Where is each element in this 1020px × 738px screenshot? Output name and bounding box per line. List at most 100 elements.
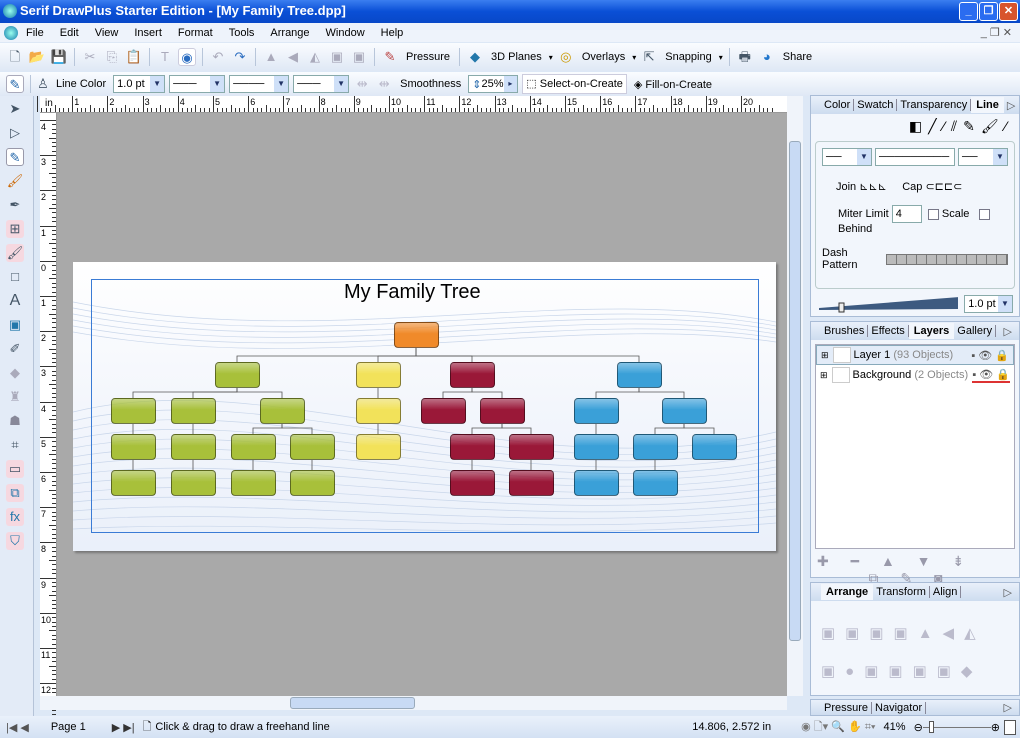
page-indicator[interactable]: Page 1 — [51, 721, 86, 733]
connector-line — [415, 348, 640, 362]
behind-checkbox[interactable] — [978, 208, 990, 220]
panel-menu-icon[interactable]: ▷ — [1001, 325, 1015, 338]
family-member-box[interactable] — [421, 398, 466, 424]
next-page-button[interactable]: ▶ ▶| — [112, 721, 135, 734]
family-member-box[interactable] — [260, 398, 305, 424]
vertical-scrollbar[interactable] — [787, 96, 803, 696]
horizontal-scroll-thumb[interactable] — [290, 697, 415, 709]
tab-line[interactable]: Line — [971, 97, 1004, 113]
zoom-in-icon[interactable]: ⊕ — [991, 721, 1000, 734]
family-member-box[interactable] — [171, 398, 216, 424]
tab-align[interactable]: Align — [930, 586, 962, 598]
family-member-box[interactable] — [450, 362, 495, 388]
family-member-box[interactable] — [574, 470, 619, 496]
cursor-coordinates: 14.806, 2.572 in — [692, 721, 772, 733]
cap-label: Cap — [902, 181, 923, 193]
tab-arrange[interactable]: Arrange — [821, 584, 874, 600]
family-member-box[interactable] — [356, 398, 401, 424]
panel-menu-icon[interactable]: ▷ — [1001, 586, 1015, 599]
family-member-box[interactable] — [394, 322, 439, 348]
connector-line — [281, 424, 313, 434]
family-member-box[interactable] — [692, 434, 737, 460]
join-label: Join — [836, 181, 857, 193]
family-member-box[interactable] — [633, 470, 678, 496]
miter-limit-input[interactable]: 4 — [891, 205, 922, 223]
tab-navigator[interactable]: Navigator — [872, 701, 927, 714]
visibility-icon[interactable]: ▪ 👁 🔒 — [971, 349, 1009, 362]
connector-line — [132, 388, 238, 398]
line-type-icons[interactable]: ◧╱⁄⫽✎🖌⁄ — [811, 114, 1019, 139]
connector-line — [501, 424, 532, 434]
family-member-box[interactable] — [633, 434, 678, 460]
connector-line — [252, 424, 283, 434]
layer-thumbnail — [831, 367, 850, 383]
family-member-box[interactable] — [171, 434, 216, 460]
dash-pattern-label: Dash Pattern — [822, 247, 858, 271]
family-member-box[interactable] — [171, 470, 216, 496]
first-page-button[interactable]: |◀ ◀ — [6, 721, 29, 734]
family-member-box[interactable] — [509, 434, 554, 460]
start-arrow-select[interactable]: ── ▼ — [822, 148, 872, 166]
family-member-box[interactable] — [662, 398, 707, 424]
zoom-out-icon[interactable]: ⊖ — [914, 721, 923, 734]
tab-brushes[interactable]: Brushes — [821, 325, 869, 337]
family-member-box[interactable] — [290, 434, 335, 460]
family-member-box[interactable] — [574, 434, 619, 460]
scale-checkbox[interactable] — [927, 208, 939, 220]
zoom-slider[interactable] — [922, 720, 991, 733]
family-member-box[interactable] — [111, 434, 156, 460]
connector-line — [415, 348, 473, 362]
page-view-icon[interactable] — [1004, 719, 1016, 735]
family-member-box[interactable] — [574, 398, 619, 424]
tab-gallery[interactable]: Gallery — [954, 325, 997, 337]
family-member-box[interactable] — [356, 434, 401, 460]
visibility-icon[interactable]: ▪ 👁 🔒 — [972, 368, 1010, 383]
family-member-box[interactable] — [290, 470, 335, 496]
tab-swatch[interactable]: Swatch — [854, 99, 898, 111]
family-member-box[interactable] — [231, 470, 276, 496]
tab-transform[interactable]: Transform — [873, 586, 930, 598]
join-icons[interactable]: ⊾⊾⊾ — [859, 181, 887, 193]
horizontal-scrollbar[interactable] — [40, 696, 787, 710]
tab-transparency[interactable]: Transparency — [897, 99, 972, 111]
connector-line — [654, 424, 685, 434]
layer-thumbnail — [832, 347, 851, 363]
arrange-panel: Arrange Transform Align ▷ ▣▣▣▣▲◀◭ ▣●▣▣▣▣◆ — [810, 582, 1020, 696]
layer-row[interactable]: ⊞ Background (2 Objects) ▪ 👁 🔒 — [816, 365, 1014, 385]
panel-menu-icon[interactable]: ▷ — [1001, 701, 1015, 714]
connector-line — [595, 388, 640, 398]
panel-menu-icon[interactable]: ▷ — [1004, 99, 1018, 112]
zoom-level[interactable]: 41% — [884, 721, 906, 733]
family-member-box[interactable] — [617, 362, 662, 388]
family-member-box[interactable] — [450, 470, 495, 496]
hint-icon: 🗋 — [142, 720, 152, 733]
expand-icon[interactable]: ⊞ — [821, 350, 829, 361]
family-member-box[interactable] — [111, 470, 156, 496]
layer-row[interactable]: ⊞ Layer 1 (93 Objects) ▪ 👁 🔒 — [816, 345, 1014, 365]
tab-layers[interactable]: Layers — [908, 323, 955, 339]
family-member-box[interactable] — [509, 470, 554, 496]
cap-icons[interactable]: ⊂⊏⊏⊂ — [925, 181, 962, 193]
tab-pressure[interactable]: Pressure — [821, 701, 873, 714]
line-width-panel-select[interactable]: 1.0 pt ▼ — [964, 295, 1013, 313]
vertical-scroll-thumb[interactable] — [789, 141, 801, 641]
miter-limit-label: Miter Limit — [838, 208, 889, 220]
family-member-box[interactable] — [111, 398, 156, 424]
connector-line — [683, 424, 715, 434]
family-member-box[interactable] — [215, 362, 260, 388]
arrange-buttons[interactable]: ▣▣▣▣▲◀◭ ▣●▣▣▣▣◆ — [811, 601, 1019, 705]
dash-pattern-editor[interactable] — [886, 253, 1008, 265]
status-hint: Click & drag to draw a freehand line — [155, 721, 330, 733]
expand-icon[interactable]: ⊞ — [820, 370, 828, 381]
tab-color[interactable]: Color — [821, 99, 855, 111]
family-member-box[interactable] — [356, 362, 401, 388]
line-width-slider[interactable] — [817, 295, 959, 313]
tab-effects[interactable]: Effects — [868, 325, 909, 337]
end-arrow-select[interactable]: ── ▼ — [958, 148, 1008, 166]
line-style-preview[interactable]: ───────── — [875, 148, 955, 166]
family-member-box[interactable] — [231, 434, 276, 460]
family-member-box[interactable] — [450, 434, 495, 460]
view-icons[interactable]: ◉ 🗋▾ 🔍 ✋ ⌗▾ — [801, 718, 875, 737]
connector-line — [192, 388, 238, 398]
family-member-box[interactable] — [480, 398, 525, 424]
